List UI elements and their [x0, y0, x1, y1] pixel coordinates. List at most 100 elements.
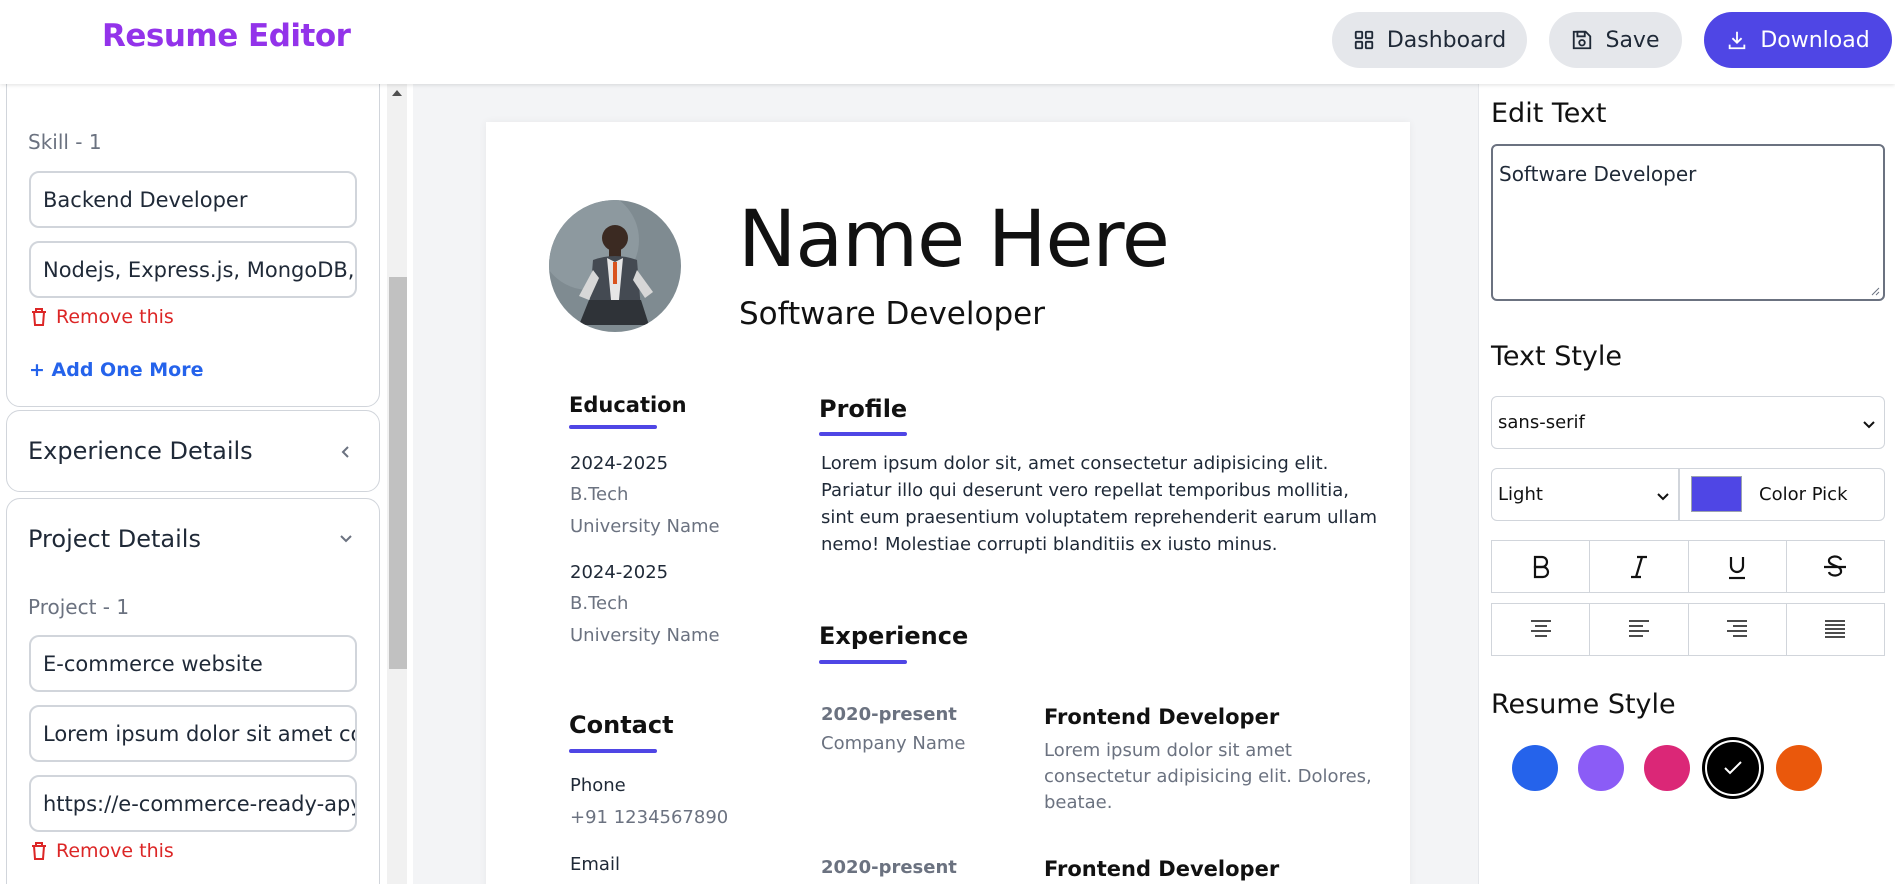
align-right-button[interactable]: [1689, 604, 1787, 655]
font-weight-select[interactable]: Light: [1491, 468, 1679, 521]
profile-line: sint eum praesentium voluptatem reprehen…: [821, 507, 1378, 528]
align-justify-button[interactable]: [1787, 604, 1884, 655]
project-name-input[interactable]: E-commerce website: [29, 635, 357, 692]
experience-line: beatae.: [1044, 792, 1113, 813]
align-center-button[interactable]: [1492, 604, 1591, 655]
download-button[interactable]: Download: [1704, 12, 1892, 68]
color-pick-label: Color Pick: [1759, 484, 1848, 505]
check-icon: [1724, 761, 1742, 775]
skill-title-input[interactable]: Backend Developer: [29, 171, 357, 228]
remove-project-button[interactable]: Remove this: [30, 840, 174, 862]
align-justify-icon: [1825, 619, 1846, 638]
experience-line: consectetur adipisicing elit. Dolores,: [1044, 766, 1372, 787]
education-degree[interactable]: B.Tech: [570, 484, 628, 505]
top-header: Resume Editor Dashboard Save Download: [0, 0, 1895, 84]
chevron-down-icon: [1863, 421, 1875, 429]
bold-icon: [1533, 555, 1549, 578]
strikethrough-button[interactable]: [1787, 541, 1884, 592]
experience-heading[interactable]: Experience: [819, 622, 968, 650]
chevron-down-icon[interactable]: [338, 530, 354, 546]
resume-style-title: Resume Style: [1491, 689, 1676, 720]
remove-label: Remove this: [56, 840, 174, 862]
profile-underline: [819, 432, 907, 436]
dashboard-label: Dashboard: [1386, 27, 1507, 53]
download-label: Download: [1760, 27, 1870, 53]
experience-title[interactable]: Frontend Developer: [1044, 705, 1279, 729]
text-format-buttons: [1491, 540, 1885, 593]
align-left-button[interactable]: [1590, 604, 1689, 655]
education-heading[interactable]: Education: [569, 393, 687, 417]
profile-photo[interactable]: [549, 200, 681, 332]
resize-grip-icon[interactable]: [1870, 286, 1880, 296]
align-center-icon: [1530, 619, 1551, 637]
add-one-more-button[interactable]: + Add One More: [29, 359, 203, 381]
sidebar-scroll-thumb[interactable]: [389, 277, 407, 669]
profile-text[interactable]: Lorem ipsum dolor sit, amet consectetur …: [821, 450, 1377, 558]
underline-icon: [1729, 556, 1746, 579]
experience-company[interactable]: Company Name: [821, 733, 965, 754]
email-label[interactable]: Email: [570, 854, 620, 875]
scroll-up-arrow[interactable]: [392, 90, 402, 96]
skill-label: Skill - 1: [28, 130, 102, 154]
profile-line: nemo! Molestiae corrupti blanditiis ex i…: [821, 534, 1278, 555]
text-style-title: Text Style: [1491, 341, 1623, 372]
align-left-icon: [1628, 619, 1649, 637]
profile-line: Lorem ipsum dolor sit, amet consectetur …: [821, 453, 1329, 474]
profile-heading[interactable]: Profile: [819, 395, 907, 423]
color-swatch[interactable]: [1691, 476, 1742, 512]
experience-description[interactable]: Lorem ipsum dolor sit amet consectetur a…: [1044, 738, 1372, 816]
dashboard-icon: [1354, 30, 1373, 50]
app-title: Resume Editor: [102, 18, 351, 54]
italic-button[interactable]: [1590, 541, 1689, 592]
style-color-black[interactable]: [1705, 740, 1761, 796]
trash-icon: [32, 842, 46, 860]
trash-icon: [32, 308, 46, 326]
phone-value[interactable]: +91 1234567890: [570, 807, 728, 828]
strikethrough-icon: [1824, 554, 1847, 577]
project-url-input[interactable]: https://e-commerce-ready-apy.: [29, 775, 357, 832]
remove-skill-button[interactable]: Remove this: [30, 306, 174, 328]
edit-text-value: Software Developer: [1499, 162, 1697, 186]
save-button[interactable]: Save: [1549, 12, 1682, 68]
style-color-pink[interactable]: [1644, 745, 1690, 791]
bold-button[interactable]: [1492, 541, 1591, 592]
style-color-blue[interactable]: [1512, 745, 1558, 791]
experience-title[interactable]: Frontend Developer: [1044, 857, 1279, 881]
chevron-left-icon[interactable]: [338, 444, 354, 460]
project-section-title[interactable]: Project Details: [28, 525, 201, 553]
education-school[interactable]: University Name: [570, 625, 720, 646]
font-family-select[interactable]: sans-serif: [1491, 396, 1885, 449]
experience-underline: [819, 660, 907, 664]
dashboard-button[interactable]: Dashboard: [1332, 12, 1527, 68]
education-years[interactable]: 2024-2025: [570, 453, 668, 474]
contact-underline: [569, 749, 657, 753]
contact-heading[interactable]: Contact: [569, 711, 674, 739]
experience-date[interactable]: 2020-present: [821, 857, 957, 878]
save-icon: [1573, 30, 1592, 50]
skill-tools-input[interactable]: Nodejs, Express.js, MongoDB, A: [29, 241, 357, 298]
text-align-buttons: [1491, 603, 1885, 656]
resume-name[interactable]: Name Here: [738, 195, 1170, 285]
style-color-orange[interactable]: [1776, 745, 1822, 791]
edit-text-title: Edit Text: [1491, 98, 1607, 129]
editor-sidebar: Skill - 1 Backend Developer Nodejs, Expr…: [0, 84, 413, 884]
education-underline: [569, 425, 657, 429]
resume-role[interactable]: Software Developer: [739, 296, 1045, 332]
experience-section-title[interactable]: Experience Details: [28, 437, 253, 465]
experience-line: Lorem ipsum dolor sit amet: [1044, 740, 1292, 761]
education-years[interactable]: 2024-2025: [570, 562, 668, 583]
experience-date[interactable]: 2020-present: [821, 704, 957, 725]
download-icon: [1729, 31, 1746, 50]
align-right-icon: [1727, 619, 1748, 637]
font-family-value: sans-serif: [1498, 412, 1585, 433]
save-label: Save: [1605, 27, 1660, 53]
chevron-down-icon: [1657, 493, 1669, 501]
edit-text-area[interactable]: Software Developer: [1491, 144, 1885, 301]
project-description-input[interactable]: Lorem ipsum dolor sit amet cor: [29, 705, 357, 762]
phone-label[interactable]: Phone: [570, 775, 626, 796]
style-color-purple[interactable]: [1578, 745, 1624, 791]
underline-button[interactable]: [1689, 541, 1787, 592]
education-school[interactable]: University Name: [570, 516, 720, 537]
font-weight-value: Light: [1498, 484, 1543, 505]
education-degree[interactable]: B.Tech: [570, 593, 628, 614]
